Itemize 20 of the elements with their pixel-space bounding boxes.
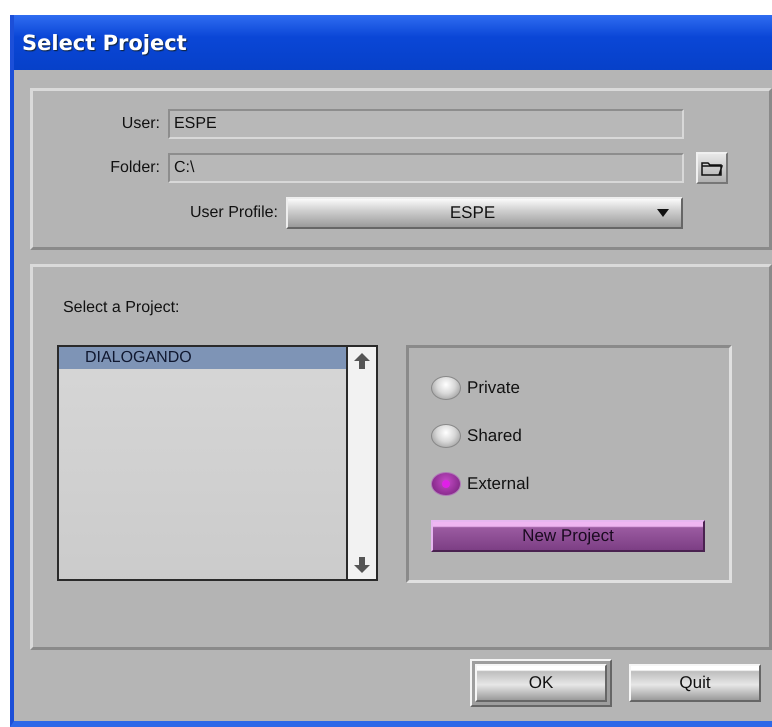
user-profile-dropdown[interactable]: ESPE bbox=[286, 197, 683, 229]
project-type-radio[interactable]: Private bbox=[431, 374, 729, 402]
project-type-radio[interactable]: External bbox=[431, 470, 729, 498]
folder-icon bbox=[701, 160, 723, 176]
user-profile-label: User Profile: bbox=[188, 204, 279, 222]
caret-icon bbox=[657, 209, 669, 217]
window-title: Select Project bbox=[22, 30, 187, 54]
scroll-down-icon[interactable] bbox=[354, 557, 370, 573]
project-list[interactable]: DIALOGANDO bbox=[57, 345, 378, 581]
user-label: User: bbox=[120, 115, 161, 133]
project-item[interactable]: DIALOGANDO bbox=[59, 347, 346, 369]
project-type-radio[interactable]: Shared bbox=[431, 422, 729, 450]
browse-folder-button[interactable] bbox=[696, 152, 728, 184]
select-project-label: Select a Project: bbox=[63, 299, 180, 317]
ok-button[interactable]: OK bbox=[475, 664, 607, 702]
folder-field[interactable]: C:\ bbox=[168, 153, 684, 183]
quit-button[interactable]: Quit bbox=[629, 664, 761, 702]
scroll-up-icon[interactable] bbox=[354, 353, 370, 369]
user-field[interactable]: ESPE bbox=[168, 109, 684, 139]
folder-label: Folder: bbox=[109, 159, 161, 177]
